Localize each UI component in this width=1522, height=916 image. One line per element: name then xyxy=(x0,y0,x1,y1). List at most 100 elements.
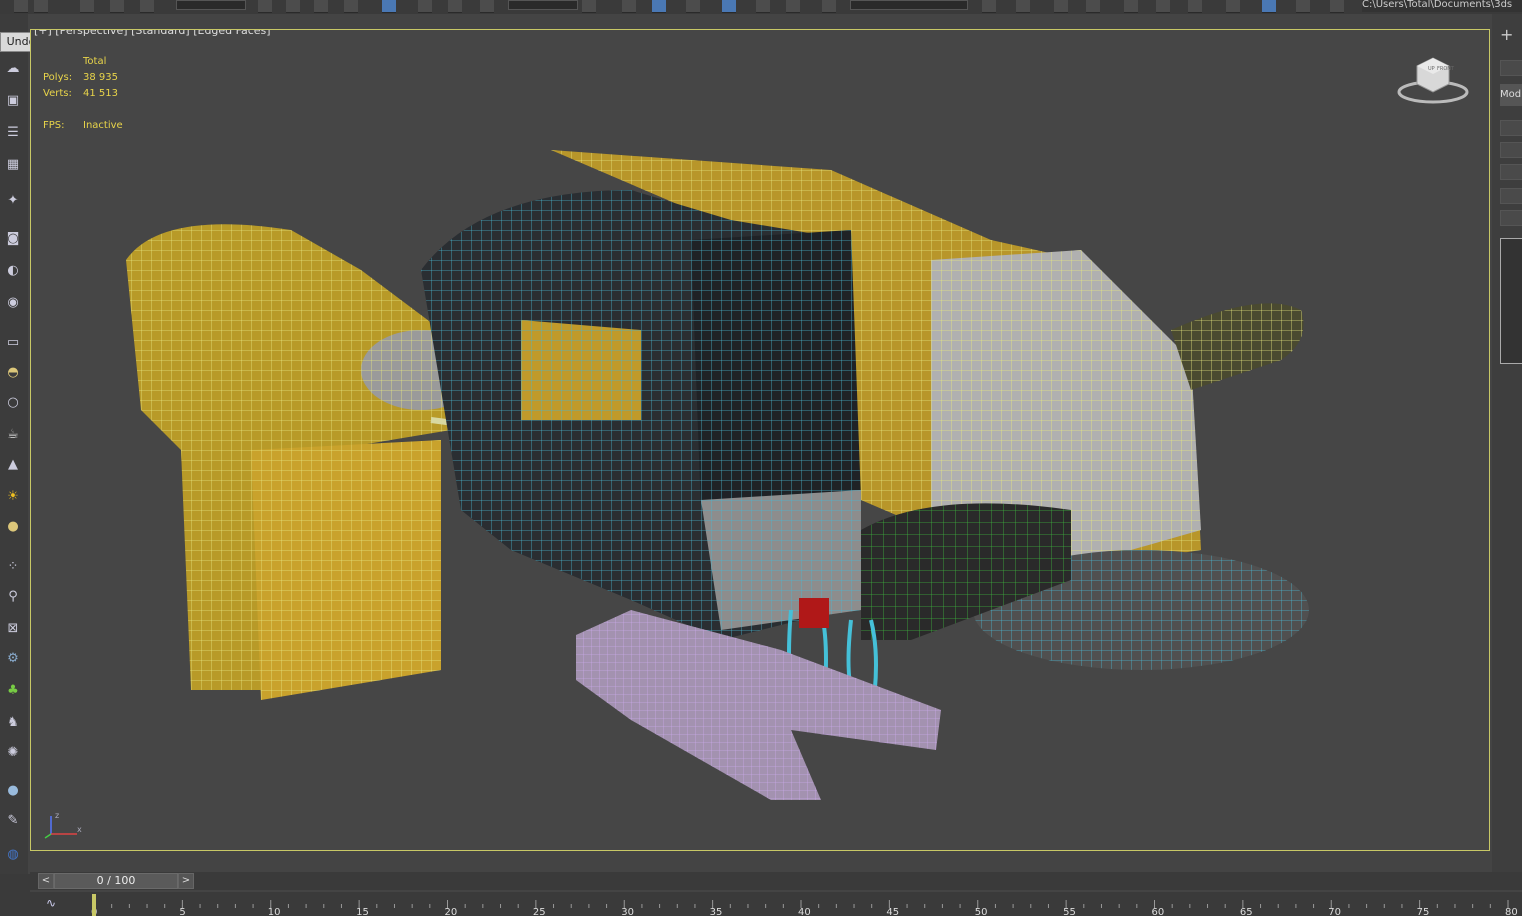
hemisphere-icon[interactable]: ◓ xyxy=(3,362,23,382)
percent-snap-icon[interactable] xyxy=(722,0,736,13)
unlink-icon[interactable] xyxy=(110,0,124,13)
selection-filter-dropdown[interactable] xyxy=(176,0,246,10)
graphite-ribbon-icon[interactable] xyxy=(1124,0,1138,13)
track-bar[interactable]: ∿ 05101520253035404550556065707580 xyxy=(30,892,1522,916)
globe-icon[interactable]: ◍ xyxy=(3,844,23,864)
panel-button-6[interactable] xyxy=(1500,210,1522,226)
track-tick-label: 55 xyxy=(1063,907,1076,916)
track-tick-label: 10 xyxy=(268,907,281,916)
render-setup-icon[interactable] xyxy=(1262,0,1276,13)
track-tick-label: 20 xyxy=(445,907,458,916)
curve-editor-icon[interactable]: ∿ xyxy=(46,896,64,914)
cloth-icon[interactable]: ✺ xyxy=(3,742,23,762)
redo-icon[interactable] xyxy=(34,0,48,13)
perspective-viewport[interactable]: [+] [Perspective] [Standard] [Edged Face… xyxy=(30,29,1490,851)
snap-toggle-icon[interactable] xyxy=(652,0,666,13)
track-tick-label: 50 xyxy=(975,907,988,916)
rendered-frame-window-icon[interactable] xyxy=(1296,0,1310,13)
move-icon[interactable] xyxy=(382,0,396,13)
named-selection-icon[interactable] xyxy=(822,0,836,13)
angle-snap-icon[interactable] xyxy=(686,0,700,13)
select-by-name-icon[interactable] xyxy=(286,0,300,13)
pivot-icon[interactable] xyxy=(582,0,596,13)
time-slider-thumb[interactable]: 0 / 100 xyxy=(54,873,178,889)
sun-icon[interactable]: ☀ xyxy=(3,486,23,506)
grass-icon[interactable]: ♣ xyxy=(3,680,23,700)
panel-button-1[interactable] xyxy=(1500,60,1522,76)
light-icon[interactable]: ✦ xyxy=(3,190,23,210)
edit-named-selection-icon[interactable] xyxy=(786,0,800,13)
track-tick-label: 80 xyxy=(1505,907,1518,916)
time-prev-button[interactable]: < xyxy=(38,873,54,889)
panel-button-3[interactable] xyxy=(1500,142,1522,158)
cloud-icon[interactable]: ☁ xyxy=(3,58,23,78)
film-icon[interactable]: ◉ xyxy=(3,292,23,312)
material-sphere-icon[interactable]: ● xyxy=(3,780,23,800)
material-editor-icon[interactable] xyxy=(1226,0,1240,13)
track-tick-label: 30 xyxy=(621,907,634,916)
hair-icon[interactable]: ♞ xyxy=(3,712,23,732)
modify-tab[interactable]: Mod xyxy=(1500,84,1522,106)
current-frame-marker[interactable] xyxy=(92,894,96,916)
layer-manager-icon[interactable] xyxy=(1054,0,1068,13)
named-selection-sets-dropdown[interactable] xyxy=(850,0,968,10)
track-tick-label: 40 xyxy=(798,907,811,916)
track-tick-label: 35 xyxy=(710,907,723,916)
list-icon[interactable]: ☰ xyxy=(3,122,23,142)
sphere-icon[interactable]: ● xyxy=(3,516,23,536)
gear-icon[interactable]: ⚙ xyxy=(3,648,23,668)
schematic-view-icon[interactable] xyxy=(1188,0,1202,13)
time-slider[interactable]: < 0 / 100 > xyxy=(30,872,1522,890)
grid-icon[interactable]: ▦ xyxy=(3,154,23,174)
track-tick-label: 60 xyxy=(1152,907,1165,916)
project-path-field[interactable]: C:\Users\Total\Documents\3ds xyxy=(1362,0,1522,12)
torus-icon[interactable]: ○ xyxy=(3,392,23,412)
viewcube[interactable]: UP FRONT xyxy=(1395,48,1471,108)
main-toolbar: C:\Users\Total\Documents\3ds xyxy=(0,0,1522,14)
select-icon[interactable] xyxy=(258,0,272,13)
scene-explorer-icon[interactable] xyxy=(1086,0,1100,13)
modifier-stack-panel[interactable] xyxy=(1500,238,1522,364)
script-icon[interactable]: ✎ xyxy=(3,810,23,830)
undo-icon[interactable] xyxy=(14,0,28,13)
speaker-icon[interactable]: ◐ xyxy=(3,260,23,280)
plane-icon[interactable]: ▭ xyxy=(3,332,23,352)
camera-icon[interactable]: ◙ xyxy=(3,228,23,248)
track-tick-label: 25 xyxy=(533,907,546,916)
viewcube-top-text: UP xyxy=(1428,66,1435,72)
keyboard-shortcut-icon[interactable] xyxy=(622,0,636,13)
teapot-icon[interactable]: ☕ xyxy=(3,424,23,444)
axis-z-label: z xyxy=(55,811,59,820)
left-bottom-panel xyxy=(0,874,30,916)
helper-icon[interactable]: ⊠ xyxy=(3,618,23,638)
panel-button-2[interactable] xyxy=(1500,120,1522,136)
command-panel: + xyxy=(1492,14,1522,874)
spinner-snap-icon[interactable] xyxy=(756,0,770,13)
reference-coordinate-dropdown[interactable] xyxy=(508,0,578,10)
placement-icon[interactable] xyxy=(480,0,494,13)
create-plus-icon[interactable]: + xyxy=(1500,27,1522,43)
track-ticks: 05101520253035404550556065707580 xyxy=(91,894,1518,916)
panel-button-4[interactable] xyxy=(1500,164,1522,180)
align-icon[interactable] xyxy=(1016,0,1030,13)
cone-icon[interactable]: ▲ xyxy=(3,454,23,474)
time-next-button[interactable]: > xyxy=(178,873,194,889)
mirror-icon[interactable] xyxy=(982,0,996,13)
left-create-toolbar: ☁ ▣ ☰ ▦ ✦ ◙ ◐ ◉ ▭ ◓ ○ ☕ ▲ ☀ ● ⁘ ⚲ ⊠ ⚙ ♣ … xyxy=(0,14,28,874)
region-select-icon[interactable] xyxy=(314,0,328,13)
axis-tripod: z x xyxy=(44,811,82,839)
curve-editor-icon[interactable] xyxy=(1156,0,1170,13)
axis-x-label: x xyxy=(77,825,82,834)
scene-render xyxy=(126,150,1309,800)
scale-icon[interactable] xyxy=(448,0,462,13)
rotate-icon[interactable] xyxy=(418,0,432,13)
window-crossing-icon[interactable] xyxy=(344,0,358,13)
link-icon[interactable] xyxy=(80,0,94,13)
bind-icon[interactable] xyxy=(140,0,154,13)
render-production-icon[interactable] xyxy=(1330,0,1344,13)
panel-button-5[interactable] xyxy=(1500,188,1522,204)
bone-icon[interactable]: ⚲ xyxy=(3,586,23,606)
track-tick-label: 75 xyxy=(1417,907,1430,916)
particles-icon[interactable]: ⁘ xyxy=(3,556,23,576)
render-icon[interactable]: ▣ xyxy=(3,90,23,110)
